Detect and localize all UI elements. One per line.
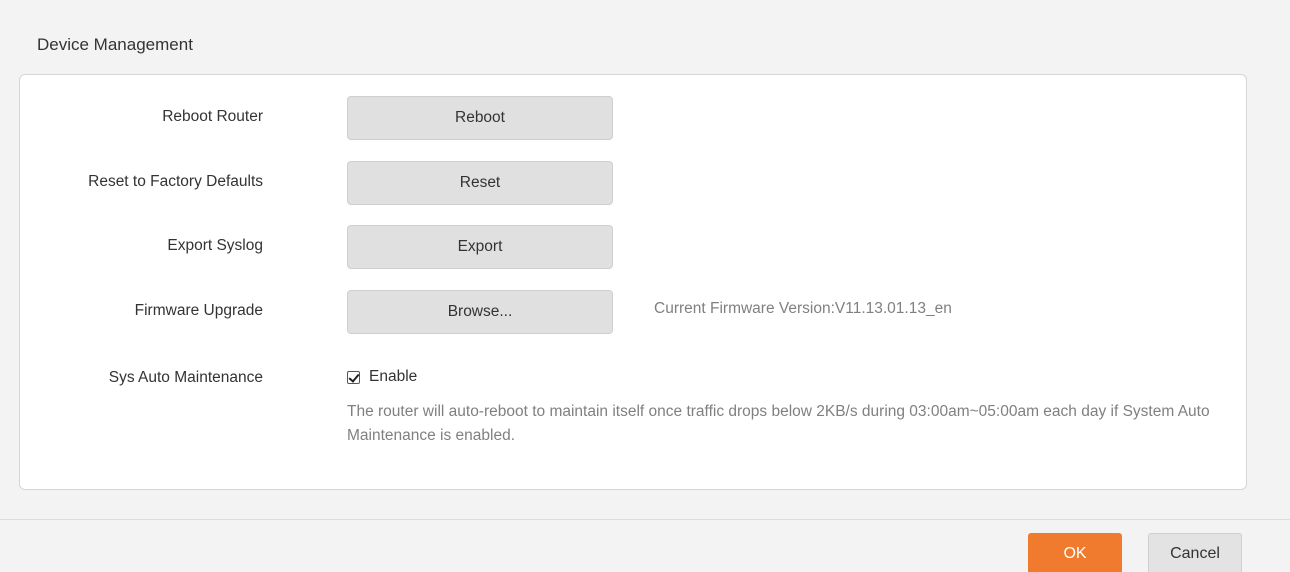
firmware-upgrade-label: Firmware Upgrade (134, 302, 263, 319)
browse-button[interactable]: Browse... (347, 290, 613, 334)
section-title: Device Management (37, 35, 193, 54)
footer-divider (0, 519, 1290, 520)
enable-checkbox-group[interactable]: Enable (347, 368, 417, 386)
settings-panel: Reboot Router Reboot Reset to Factory De… (19, 74, 1247, 490)
cancel-button[interactable]: Cancel (1148, 533, 1242, 572)
enable-checkbox[interactable] (347, 370, 360, 384)
reset-factory-label: Reset to Factory Defaults (88, 173, 263, 190)
device-management-page: Device Management Reboot Router Reboot R… (0, 0, 1290, 572)
firmware-version-text: Current Firmware Version:V11.13.01.13_en (654, 300, 952, 317)
maintenance-description: The router will auto-reboot to maintain … (347, 403, 1210, 444)
ok-button[interactable]: OK (1028, 533, 1122, 572)
export-button[interactable]: Export (347, 225, 613, 269)
reset-button[interactable]: Reset (347, 161, 613, 205)
sys-auto-maintenance-label: Sys Auto Maintenance (108, 369, 263, 386)
reboot-button[interactable]: Reboot (347, 96, 613, 140)
enable-checkbox-label[interactable]: Enable (369, 368, 417, 386)
export-syslog-label: Export Syslog (167, 237, 263, 254)
reboot-router-label: Reboot Router (162, 108, 263, 125)
